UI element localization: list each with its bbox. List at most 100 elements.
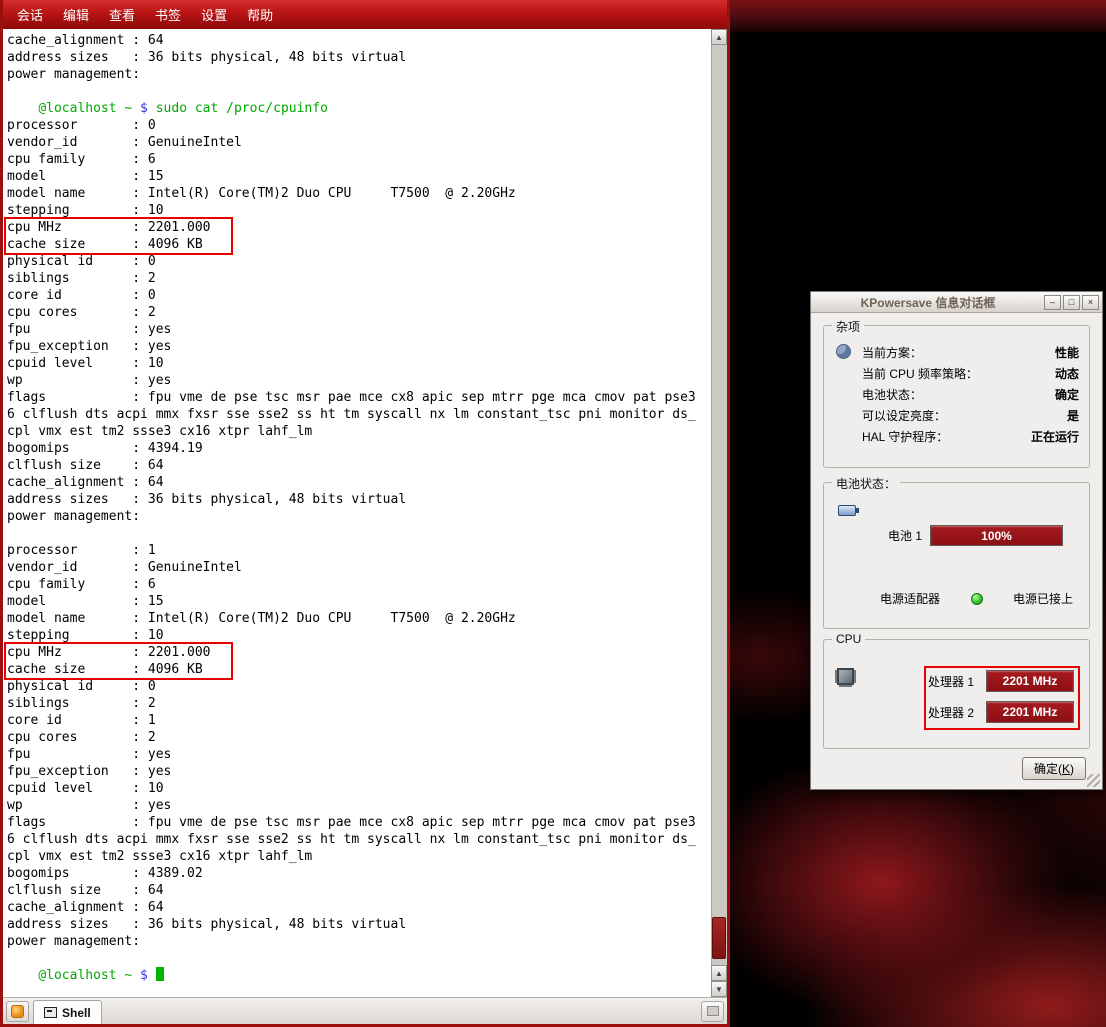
kpowersave-dialog: KPowersave 信息对话框 – □ × 杂项 当前方案：性能当前 CPU … (810, 291, 1103, 790)
terminal-output[interactable]: cache_alignment : 64 address sizes : 36 b… (3, 29, 711, 997)
terminal-line: cpu MHz : 2201.000 (7, 644, 711, 661)
terminal-line: 6 clflush dts acpi mmx fxsr sse sse2 ss … (7, 831, 711, 848)
terminal-prompt-line: @localhost ~ $ sudo cat /proc/cpuinfo (7, 100, 711, 117)
terminal-line: cache_alignment : 64 (7, 32, 711, 49)
cpu-progressbar: 2201 MHz (986, 701, 1074, 723)
terminal-line: clflush size : 64 (7, 882, 711, 899)
terminal-line: siblings : 2 (7, 695, 711, 712)
ok-button-accel: K (1062, 762, 1070, 776)
terminal-line (7, 525, 711, 542)
cpu-label: 处理器 2 (928, 704, 980, 721)
menu-item-2[interactable]: 查看 (99, 1, 145, 28)
menu-item-5[interactable]: 帮助 (237, 1, 283, 28)
tab-shell[interactable]: Shell (33, 1000, 102, 1024)
tab-label: Shell (62, 1006, 91, 1020)
cpu-progressbar: 2201 MHz (986, 670, 1074, 692)
scroll-down-button[interactable]: ▼ (711, 981, 727, 997)
button-row: 确定(K) (823, 757, 1090, 780)
minimize-button[interactable]: – (1044, 295, 1061, 310)
maximize-button[interactable]: □ (1063, 295, 1080, 310)
terminal-line: cache size : 4096 KB (7, 661, 711, 678)
terminal-line: cpl vmx est tm2 ssse3 cx16 xtpr lahf_lm (7, 848, 711, 865)
battery-row: 电池 1 100% (880, 525, 1075, 546)
info-value: 正在运行 (1031, 428, 1079, 445)
battery-icon (838, 505, 856, 516)
terminal-icon (44, 1007, 57, 1018)
battery-progressbar: 100% (930, 525, 1063, 546)
session-list-button[interactable] (701, 1001, 724, 1022)
scroll-up-button[interactable]: ▲ (711, 29, 727, 45)
adapter-status: 电源已接上 (1013, 590, 1073, 607)
terminal-line: address sizes : 36 bits physical, 48 bit… (7, 916, 711, 933)
terminal-line: cpu cores : 2 (7, 729, 711, 746)
terminal-line: stepping : 10 (7, 202, 711, 219)
terminal-line: cpu MHz : 2201.000 (7, 219, 711, 236)
battery-label: 电池 1 (880, 527, 922, 544)
terminal-line: model name : Intel(R) Core(TM)2 Duo CPU … (7, 185, 711, 202)
terminal-line: physical id : 0 (7, 253, 711, 270)
info-row: 电池状态：确定 (862, 384, 1079, 405)
terminal-line: cache_alignment : 64 (7, 474, 711, 491)
resize-grip[interactable] (1087, 774, 1100, 787)
terminal-line: core id : 0 (7, 287, 711, 304)
terminal-line: 6 clflush dts acpi mmx fxsr sse sse2 ss … (7, 406, 711, 423)
terminal-line: flags : fpu vme de pse tsc msr pae mce c… (7, 389, 711, 406)
terminal-line: power management: (7, 66, 711, 83)
menu-items: 会话编辑查看书签设置帮助 (7, 1, 283, 28)
dialog-title: KPowersave 信息对话框 (814, 294, 1042, 311)
terminal-cursor (156, 967, 164, 981)
terminal-line: cache size : 4096 KB (7, 236, 711, 253)
info-row: 当前方案：性能 (862, 342, 1079, 363)
terminal-line: wp : yes (7, 797, 711, 814)
terminal-line: bogomips : 4394.19 (7, 440, 711, 457)
scrollbar-thumb[interactable] (712, 917, 726, 959)
info-row: HAL 守护程序： 正在运行 (862, 426, 1079, 447)
terminal-line: stepping : 10 (7, 627, 711, 644)
info-value: 是 (1067, 407, 1079, 424)
adapter-row: 电源适配器 电源已接上 (880, 590, 1073, 607)
terminal-line (7, 83, 711, 100)
scroll-up-button-bottom[interactable]: ▲ (711, 965, 727, 981)
groupbox-battery: 电池状态： 电池 1 100% 电源适配器 电源已接上 (823, 482, 1090, 629)
adapter-label: 电源适配器 (880, 590, 940, 607)
info-label: 可以设定亮度： (862, 407, 946, 424)
terminal-line: bogomips : 4389.02 (7, 865, 711, 882)
groupbox-misc-legend: 杂项 (832, 318, 864, 335)
terminal-line: model : 15 (7, 593, 711, 610)
menu-item-1[interactable]: 编辑 (53, 1, 99, 28)
cpu-rows: 处理器 12201 MHz处理器 22201 MHz (928, 670, 1088, 723)
terminal-line: vendor_id : GenuineIntel (7, 559, 711, 576)
dialog-body: 杂项 当前方案：性能当前 CPU 频率策略：动态电池状态：确定可以设定亮度：是H… (811, 313, 1102, 789)
menu-item-0[interactable]: 会话 (7, 1, 53, 28)
info-label: HAL 守护程序： (862, 428, 948, 445)
terminal-line: fpu_exception : yes (7, 338, 711, 355)
ok-button[interactable]: 确定(K) (1022, 757, 1086, 780)
terminal-line: cpu cores : 2 (7, 304, 711, 321)
close-button[interactable]: × (1082, 295, 1099, 310)
groupbox-cpu-legend: CPU (832, 632, 865, 646)
tab-bar: Shell (3, 997, 727, 1024)
konsole-window: 会话编辑查看书签设置帮助 cache_alignment : 64 address… (0, 0, 730, 1027)
groupbox-misc: 杂项 当前方案：性能当前 CPU 频率策略：动态电池状态：确定可以设定亮度：是H… (823, 325, 1090, 468)
terminal-line: model name : Intel(R) Core(TM)2 Duo CPU … (7, 610, 711, 627)
menu-item-3[interactable]: 书签 (145, 1, 191, 28)
kpowersave-sleep-icon (836, 344, 851, 359)
menu-item-4[interactable]: 设置 (191, 1, 237, 28)
ok-button-label: 确定( (1034, 760, 1062, 777)
terminal-line: fpu : yes (7, 321, 711, 338)
video-frame-top (730, 0, 1106, 32)
terminal-line: core id : 1 (7, 712, 711, 729)
dialog-titlebar[interactable]: KPowersave 信息对话框 – □ × (811, 292, 1102, 313)
terminal-line: clflush size : 64 (7, 457, 711, 474)
terminal-line: cpu family : 6 (7, 151, 711, 168)
menu-bar: 会话编辑查看书签设置帮助 (3, 0, 727, 29)
new-session-button[interactable] (6, 1001, 29, 1022)
info-row: 可以设定亮度： 是 (862, 405, 1079, 426)
terminal-line: processor : 1 (7, 542, 711, 559)
terminal-line: processor : 0 (7, 117, 711, 134)
terminal-scrollbar[interactable]: ▲ ▲ ▼ (711, 29, 727, 997)
terminal-line: cpl vmx est tm2 ssse3 cx16 xtpr lahf_lm (7, 423, 711, 440)
groupbox-battery-legend: 电池状态： (832, 475, 900, 492)
info-label: 当前 CPU 频率策略： (862, 365, 978, 382)
battery-percent: 100% (981, 529, 1012, 543)
